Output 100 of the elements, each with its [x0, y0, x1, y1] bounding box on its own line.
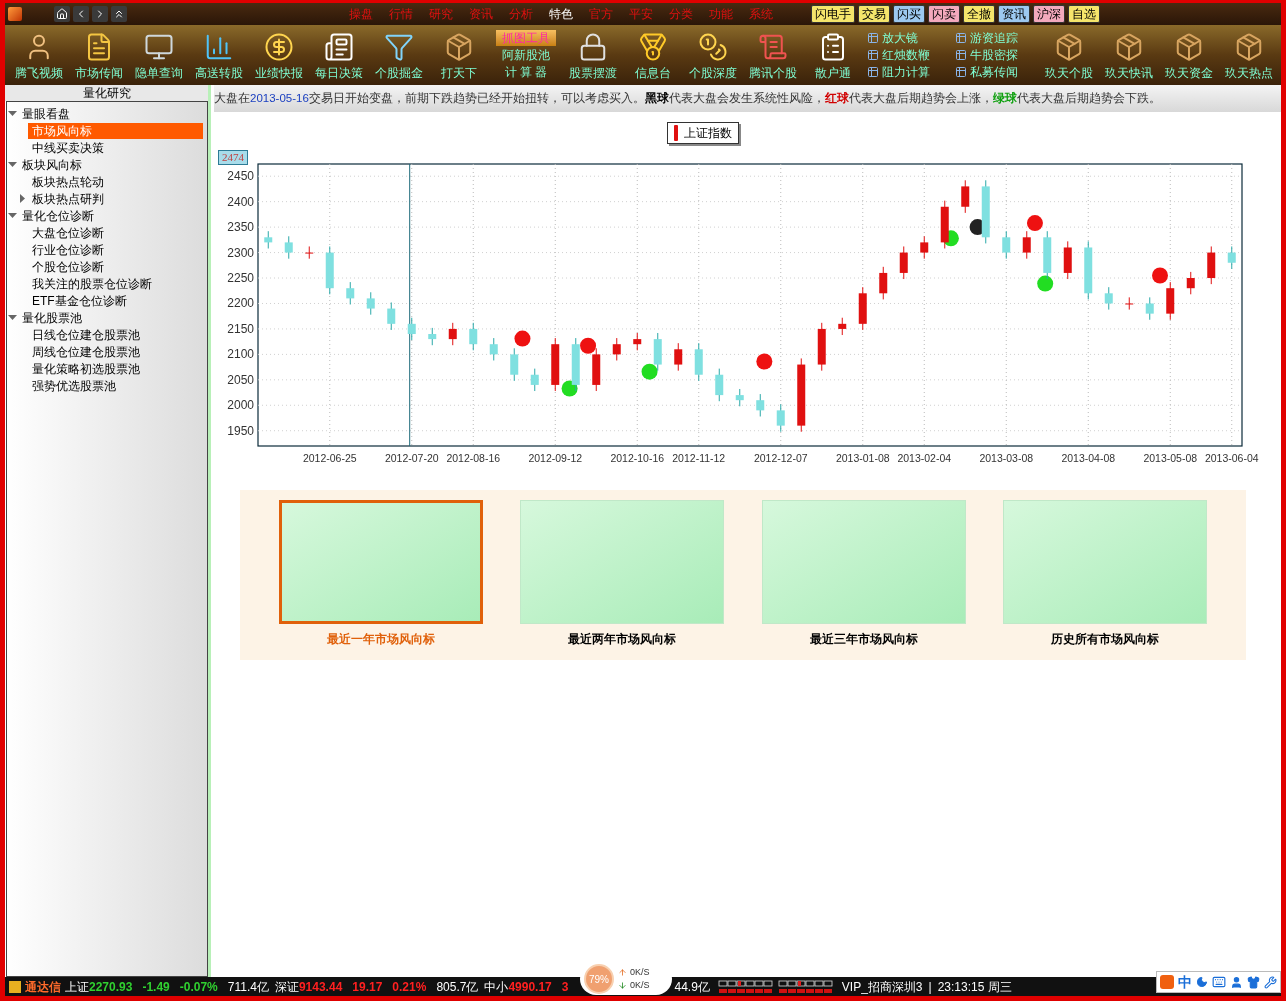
grid-icon — [955, 49, 967, 61]
quick-trade-button[interactable]: 闪电手 — [811, 5, 855, 23]
tree-item[interactable]: 个股仓位诊断 — [28, 258, 203, 275]
grid-icon — [867, 49, 879, 61]
y-tick-label: 2100 — [227, 347, 254, 362]
user-icon[interactable] — [1230, 975, 1243, 989]
notice-text: 大盘在2013-05-16交易日开始变盘，前期下跌趋势已经开始扭转，可以考虑买入。黑球代表大盘会发生系统性风险，红球代表大盘后期趋势会上涨，绿球代表大盘后期趋势会下跌。 — [214, 90, 1161, 106]
tree-item[interactable]: 板块风向标 — [18, 156, 203, 173]
candlestick — [1002, 230, 1011, 260]
toolbar-link[interactable]: 牛股密探 — [955, 47, 1039, 63]
tree-item[interactable]: 量化仓位诊断 — [18, 207, 203, 224]
quick-trade-button[interactable]: 全撤 — [963, 5, 995, 23]
home-icon — [56, 8, 68, 20]
tree-item[interactable]: 中线买卖决策 — [28, 139, 203, 156]
toolbar-button[interactable]: 玖天快讯 — [1099, 25, 1159, 85]
candlestick — [346, 281, 355, 305]
index-amount: 44.9亿 — [674, 978, 710, 996]
tree-item[interactable]: 日线仓位建仓股票池 — [28, 326, 203, 343]
menu-item[interactable]: 特色 — [549, 5, 573, 23]
x-tick-label: 2013-03-08 — [979, 452, 1034, 464]
toolbar-button[interactable]: 信息台 — [623, 25, 683, 85]
toolbar-button[interactable]: 玖天热点 — [1219, 25, 1279, 85]
scroll-up-button[interactable] — [111, 6, 127, 22]
candlestick — [961, 179, 970, 214]
toolbar-button[interactable]: 市场传闻 — [69, 25, 129, 85]
toolbar-button[interactable]: 个股掘金 — [369, 25, 429, 85]
candlestick — [510, 347, 519, 382]
toolbar-button[interactable]: 高送转股 — [189, 25, 249, 85]
candlestick — [899, 245, 908, 280]
toolbar-link[interactable]: 阿新股池 — [496, 47, 556, 63]
x-tick-label: 2012-12-07 — [753, 452, 808, 464]
thumbnail-label[interactable]: 历史所有市场风向标 — [1051, 630, 1160, 648]
back-button[interactable] — [73, 6, 89, 22]
memory-percent: 79% — [584, 964, 614, 994]
tree-item[interactable]: ETF基金仓位诊断 — [28, 292, 203, 309]
tree-item[interactable]: 行业仓位诊断 — [28, 241, 203, 258]
home-button[interactable] — [54, 6, 70, 22]
toolbar-button[interactable]: 隐单查询 — [129, 25, 189, 85]
toolbar-link[interactable]: 计 算 器 — [498, 64, 554, 80]
candlestick — [1104, 286, 1113, 311]
candlestick — [694, 342, 703, 382]
tree-item[interactable]: 大盘仓位诊断 — [28, 224, 203, 241]
tree-item[interactable]: 量化策略初选股票池 — [28, 360, 203, 377]
expanded-arrow-icon[interactable] — [8, 109, 17, 118]
toolbar-button[interactable]: 玖天资金 — [1159, 25, 1219, 85]
toolbar-link[interactable]: 游资追踪 — [955, 30, 1039, 46]
thumbnail-label[interactable]: 最近两年市场风向标 — [568, 630, 677, 648]
x-tick-label: 2012-11-12 — [672, 452, 726, 464]
tree-item[interactable]: 板块热点轮动 — [28, 173, 203, 190]
index-name: 上证 — [65, 978, 89, 996]
tree-item[interactable]: 强势优选股票池 — [28, 377, 203, 394]
collapsed-arrow-icon[interactable] — [18, 194, 27, 203]
toolbar-button[interactable]: 腾讯个股 — [743, 25, 803, 85]
quick-trade-button[interactable]: 沪深 — [1033, 5, 1065, 23]
settings-icon[interactable] — [1264, 975, 1277, 989]
grid-icon — [955, 66, 967, 78]
toolbar-link[interactable]: 阻力计算 — [867, 64, 951, 80]
moon-icon[interactable] — [1196, 976, 1208, 988]
x-tick-label: 2013-02-04 — [897, 452, 952, 464]
toolbar-button[interactable]: 每日决策 — [309, 25, 369, 85]
candlestick — [920, 235, 929, 260]
thumbnail-image[interactable] — [278, 500, 483, 624]
thumbnail-label[interactable]: 最近三年市场风向标 — [809, 630, 918, 648]
box-icon — [1234, 32, 1264, 62]
forward-button[interactable] — [92, 6, 108, 22]
toolbar-link[interactable]: 红烛数鞭 — [867, 47, 951, 63]
toolbar-button[interactable]: 业绩快报 — [249, 25, 309, 85]
funnel-icon — [384, 32, 414, 62]
keyboard-icon[interactable] — [1212, 975, 1226, 989]
tree-item[interactable]: 周线仓位建仓股票池 — [28, 343, 203, 360]
x-tick-label: 2012-06-25 — [302, 452, 357, 464]
toolbar-button[interactable]: 腾飞视频 — [9, 25, 69, 85]
quick-trade-button[interactable]: 闪买 — [893, 5, 925, 23]
toolbar-button[interactable]: 个股深度 — [683, 25, 743, 85]
toolbar-button[interactable]: 打天下 — [429, 25, 489, 85]
expanded-arrow-icon[interactable] — [8, 160, 17, 169]
quick-trade-button[interactable]: 交易 — [858, 5, 890, 23]
tree-item[interactable]: 量眼看盘 — [18, 105, 203, 122]
quick-trade-button[interactable]: 资讯 — [998, 5, 1030, 23]
candlestick — [858, 286, 867, 331]
candlestick — [838, 317, 847, 336]
shirt-icon[interactable] — [1247, 975, 1260, 989]
expanded-arrow-icon[interactable] — [8, 313, 17, 322]
toolbar-link[interactable]: 放大镜 — [867, 30, 951, 46]
toolbar-button[interactable]: 玖天个股 — [1039, 25, 1099, 85]
candlestick — [1125, 296, 1134, 311]
quick-trade-button[interactable]: 闪卖 — [928, 5, 960, 23]
tree-item[interactable]: 板块热点研判 — [28, 190, 203, 207]
quick-trade-button[interactable]: 自选 — [1068, 5, 1100, 23]
x-tick-label: 2013-06-04 — [1204, 452, 1259, 464]
tree-item[interactable]: 我关注的股票仓位诊断 — [28, 275, 203, 292]
index-value: 4990.17 — [508, 978, 552, 996]
tree-item[interactable]: 量化股票池 — [18, 309, 203, 326]
candlestick — [571, 337, 580, 392]
expanded-arrow-icon[interactable] — [8, 211, 17, 220]
toolbar-button[interactable]: 股票摆渡 — [563, 25, 623, 85]
toolbar-link[interactable]: 私募传闻 — [955, 64, 1039, 80]
toolbar-button[interactable]: 散户通 — [803, 25, 863, 85]
ime-mode[interactable]: 中 — [1178, 971, 1192, 993]
download-icon — [618, 981, 627, 990]
